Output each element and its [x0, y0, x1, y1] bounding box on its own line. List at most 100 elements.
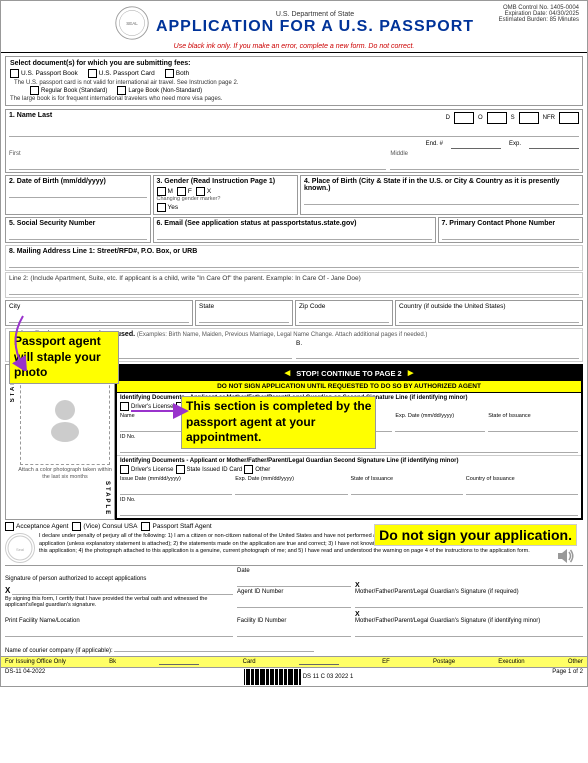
courier-field[interactable]: [114, 640, 314, 652]
dos-boxes: D O S NFR: [446, 112, 579, 124]
pob-field[interactable]: [304, 193, 579, 205]
sid-checkbox2[interactable]: [176, 465, 185, 474]
yes-checkbox[interactable]: [157, 203, 166, 212]
guardian-sig2-label: Mother/Father/Parent/Legal Guardian's Si…: [355, 618, 583, 624]
facility-id-label: Facility ID Number: [237, 618, 351, 624]
city-field-input[interactable]: [9, 311, 189, 323]
female-option[interactable]: F: [177, 187, 192, 196]
female-checkbox[interactable]: [177, 187, 186, 196]
app-title: APPLICATION FOR A U.S. PASSPORT: [156, 18, 474, 36]
ssn-field[interactable]: [9, 228, 147, 240]
o-box[interactable]: [487, 112, 507, 124]
exp-date-field[interactable]: [395, 420, 485, 432]
signature-section: Signature of person authorized to accept…: [5, 565, 583, 637]
exp-field[interactable]: [529, 139, 579, 149]
large-book-checkbox[interactable]: [117, 86, 126, 95]
last-name-field[interactable]: [9, 125, 579, 137]
issue-date-field2[interactable]: [120, 483, 232, 495]
d-box[interactable]: [454, 112, 474, 124]
facility-id-field[interactable]: [237, 625, 351, 637]
sig-note: By signing this form, I certify that I h…: [5, 596, 233, 608]
zip-field-input[interactable]: [299, 311, 389, 323]
large-book-option[interactable]: Large Book (Non-Standard): [117, 86, 202, 95]
middle-name-field[interactable]: [390, 158, 579, 170]
passport-card-label: U.S. Passport Card: [99, 70, 155, 77]
exp-date-field2[interactable]: [235, 483, 347, 495]
mother-sig-field[interactable]: [355, 596, 583, 608]
country-label: Country (if outside the United States): [399, 303, 506, 310]
passport-staff-checkbox[interactable]: [141, 522, 150, 531]
yes-option[interactable]: Yes: [157, 203, 295, 212]
other-b-field[interactable]: [296, 347, 579, 359]
passport-card-option[interactable]: U.S. Passport Card: [88, 69, 155, 78]
ssn-label: 5. Social Security Number: [9, 220, 95, 227]
print-facility-field[interactable]: [5, 625, 233, 637]
agent-id-field[interactable]: [237, 596, 351, 608]
id-no-field2[interactable]: [120, 504, 578, 516]
dept-name: U.S. Department of State: [156, 11, 474, 18]
other-names-examples: (Examples: Birth Name, Maiden, Previous …: [137, 332, 428, 338]
both-checkbox[interactable]: [165, 69, 174, 78]
x-option[interactable]: X: [196, 187, 211, 196]
date-field[interactable]: [237, 575, 351, 587]
acceptance-agent-checkbox[interactable]: [5, 522, 14, 531]
state-field-input[interactable]: [199, 311, 289, 323]
dob-field[interactable]: [9, 186, 147, 198]
phone-field[interactable]: [442, 228, 580, 240]
postage-label: Postage: [433, 659, 455, 665]
state-issuance-field[interactable]: [488, 420, 578, 432]
phone-label: 7. Primary Contact Phone Number: [442, 220, 556, 227]
mailing-addr1-label: 8. Mailing Address Line 1: Street/RFD#, …: [9, 248, 197, 255]
consul-usa-checkbox[interactable]: [72, 522, 81, 531]
regular-book-checkbox[interactable]: [30, 86, 39, 95]
male-checkbox[interactable]: [157, 187, 166, 196]
passport-card-checkbox[interactable]: [88, 69, 97, 78]
ef-label: EF: [382, 659, 390, 665]
photo-section: STAPLE 2" x 2" Attach a color photograph…: [5, 364, 115, 520]
s-box[interactable]: [519, 112, 539, 124]
state-issuance-label: State of Issuance: [488, 413, 578, 419]
nfr-box[interactable]: [559, 112, 579, 124]
email-field[interactable]: [157, 228, 432, 240]
mailing-addr1-field[interactable]: [9, 256, 579, 268]
dl-opt2[interactable]: Driver's License: [120, 465, 174, 474]
passport-book-label: U.S. Passport Book: [21, 70, 78, 77]
sid-opt2[interactable]: State Issued ID Card: [176, 465, 243, 474]
dl-checkbox2[interactable]: [120, 465, 129, 474]
both-option[interactable]: Both: [165, 69, 189, 78]
bk-label: Bk: [109, 659, 116, 665]
svg-text:SEAL: SEAL: [126, 21, 138, 26]
acceptance-sig-field[interactable]: [12, 583, 233, 595]
mailing-addr2-field[interactable]: [9, 283, 579, 295]
passport-book-option[interactable]: U.S. Passport Book: [10, 69, 78, 78]
city-label: City: [9, 303, 20, 310]
photo-caption: Attach a color photograph taken within t…: [18, 467, 112, 481]
country-issuance-label: Country of Issuance: [466, 476, 578, 482]
x-checkbox[interactable]: [196, 187, 205, 196]
print-facility-label: Print Facility Name/Location: [5, 618, 233, 624]
state-issuance-label2: State of Issuance: [351, 476, 463, 482]
regular-book-option[interactable]: Regular Book (Standard): [30, 86, 107, 95]
first-label: First: [9, 151, 386, 157]
end-field[interactable]: [451, 139, 501, 149]
name-section: 1. Name Last D O S NFR End. # Exp. First: [5, 109, 583, 173]
dl-checkbox[interactable]: [120, 402, 129, 411]
first-name-field[interactable]: [9, 158, 386, 170]
dob-label: 2. Date of Birth (mm/dd/yyyy): [9, 178, 106, 185]
dob-gender-row: 2. Date of Birth (mm/dd/yyyy) 3. Gender …: [5, 175, 583, 215]
country-issuance-field[interactable]: [466, 483, 578, 495]
male-option[interactable]: M: [157, 187, 173, 196]
passport-book-checkbox[interactable]: [10, 69, 19, 78]
other-checkbox2[interactable]: [244, 465, 253, 474]
other-b-label: B.: [296, 340, 302, 347]
id-options-row2: Driver's License State Issued ID Card Ot…: [120, 465, 578, 474]
other-opt2[interactable]: Other: [244, 465, 270, 474]
id-no-label2: ID No.: [120, 497, 578, 503]
date-label: Date: [237, 568, 351, 574]
country-field-input[interactable]: [399, 311, 579, 323]
guardian-sig2-field[interactable]: [355, 625, 583, 637]
card-label: Card: [243, 659, 256, 665]
state-issuance-field2[interactable]: [351, 483, 463, 495]
email-label: 6. Email (See application status at pass…: [157, 220, 357, 227]
drivers-license-opt[interactable]: Driver's License: [120, 402, 174, 411]
